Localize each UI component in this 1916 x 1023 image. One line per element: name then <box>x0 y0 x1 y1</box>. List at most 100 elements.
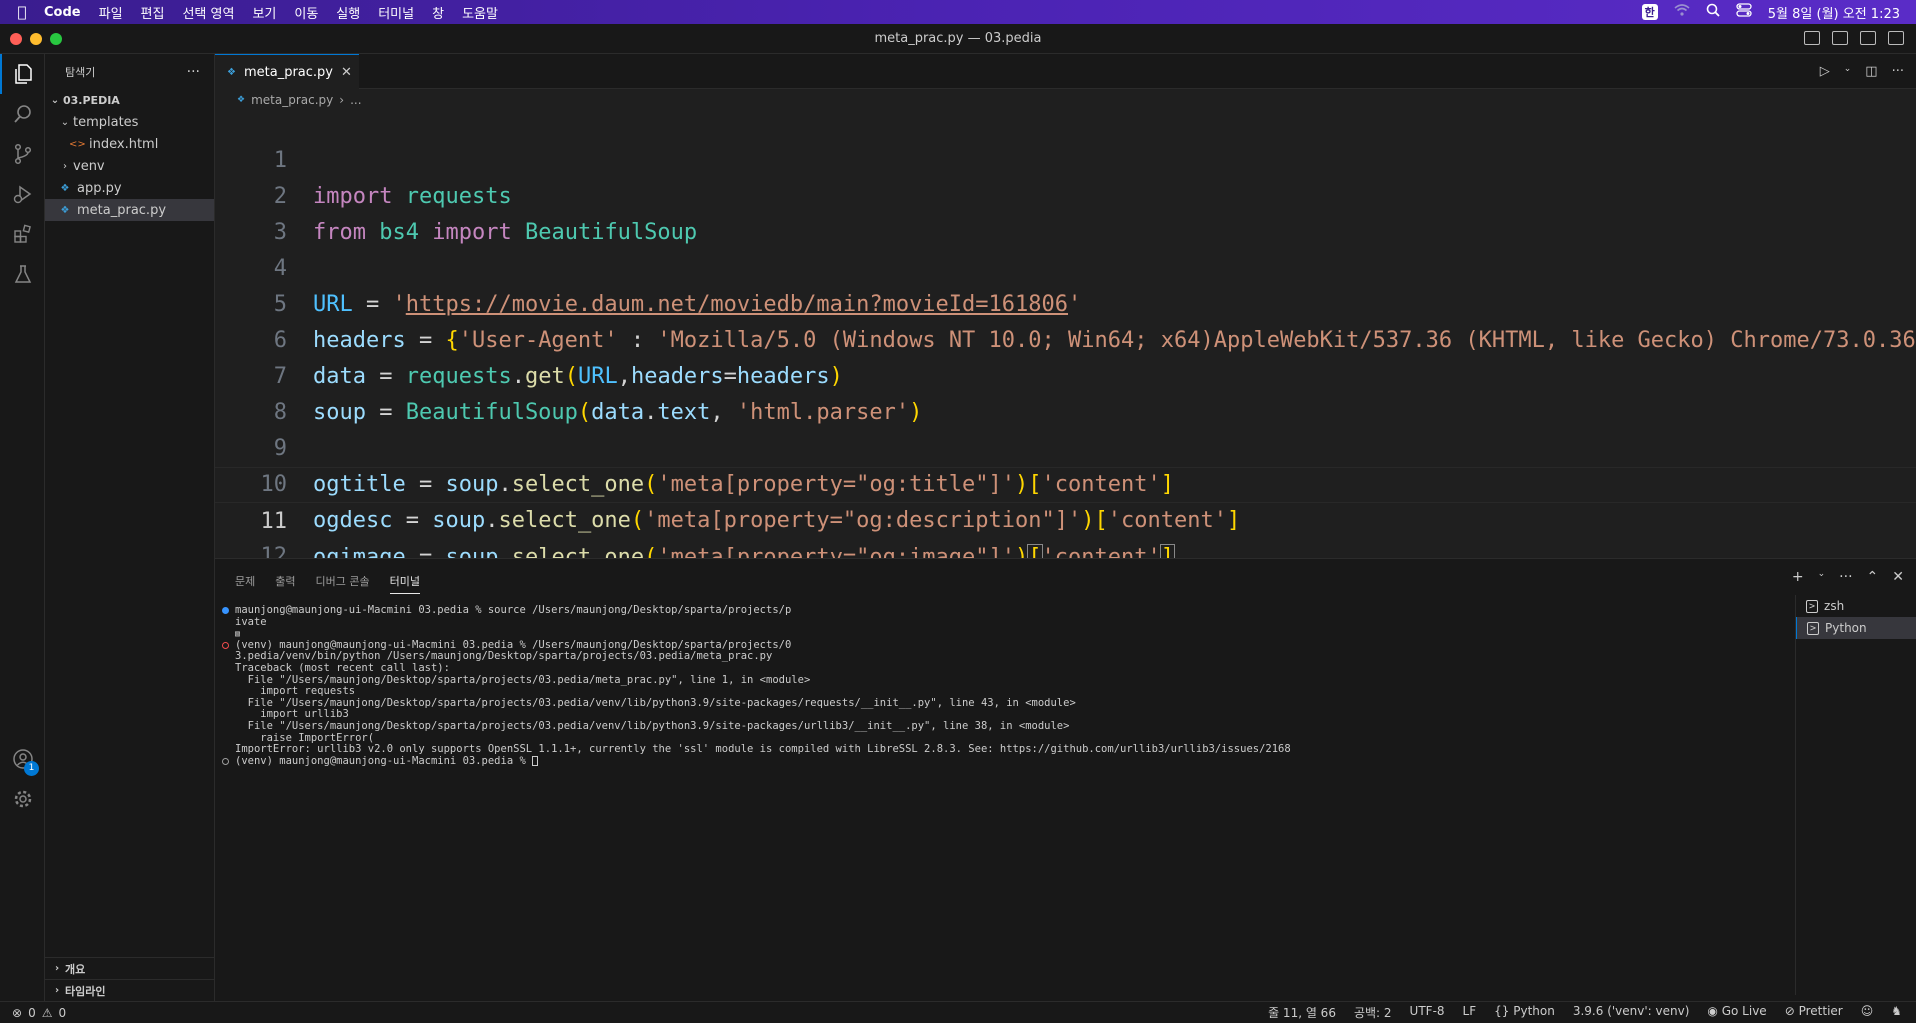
panel-tab-terminal[interactable]: 터미널 <box>389 573 420 594</box>
spotlight-search-icon[interactable] <box>1706 3 1720 21</box>
new-terminal-plus-icon[interactable]: + <box>1792 569 1804 585</box>
menu-edit[interactable]: 편집 <box>141 3 165 22</box>
apple-icon[interactable]:  <box>0 3 44 21</box>
terminal-line: File "/Users/maunjong/Desktop/sparta/pro… <box>235 673 811 686</box>
line-number: 12 <box>260 544 288 558</box>
run-python-file-icon[interactable]: ▷ <box>1820 64 1830 79</box>
menu-terminal[interactable]: 터미널 <box>378 3 414 22</box>
terminal-line: File "/Users/maunjong/Desktop/sparta/pro… <box>235 719 1070 732</box>
prettier-status[interactable]: ⊘ Prettier <box>1785 1004 1843 1021</box>
tree-item-index-html[interactable]: <> index.html <box>45 133 214 155</box>
testing-flask-icon[interactable] <box>0 254 45 294</box>
breadcrumb-symbol[interactable]: ... <box>350 93 361 107</box>
zoom-window-button[interactable] <box>50 33 62 45</box>
close-panel-icon[interactable]: ✕ <box>1892 569 1904 585</box>
accounts-icon[interactable]: 1 <box>0 739 45 779</box>
python-file-icon: ❖ <box>60 182 70 194</box>
chevron-right-icon: › <box>63 160 67 172</box>
workspace-root-folder[interactable]: ⌄ 03.PEDIA <box>45 89 214 111</box>
language-mode[interactable]: {} Python <box>1494 1004 1555 1021</box>
wifi-icon[interactable] <box>1674 4 1690 20</box>
explorer-sidebar: 탐색기 ··· ⌄ 03.PEDIA ⌄ templates <> index.… <box>45 54 215 1001</box>
breadcrumb-separator-icon: › <box>339 93 345 107</box>
outline-section[interactable]: › 개요 <box>45 957 214 979</box>
menu-run[interactable]: 실행 <box>336 3 360 22</box>
menu-file[interactable]: 파일 <box>99 3 123 22</box>
input-method-indicator[interactable]: 한 <box>1641 4 1658 20</box>
terminal-item-zsh[interactable]: > zsh <box>1796 595 1916 617</box>
terminal-cursor <box>532 755 539 766</box>
command-pending-dot-icon <box>222 757 229 765</box>
timeline-section[interactable]: › 타임라인 <box>45 979 214 1001</box>
tree-item-meta-prac-py[interactable]: ❖ meta_prac.py <box>45 199 214 221</box>
cursor-position[interactable]: 줄 11, 열 66 <box>1268 1004 1336 1021</box>
manage-gear-icon[interactable] <box>0 779 45 819</box>
maximize-panel-chevron-up-icon[interactable]: ⌃ <box>1867 569 1879 585</box>
end-of-line[interactable]: LF <box>1463 1004 1477 1021</box>
breadcrumb-file[interactable]: meta_prac.py <box>251 93 333 107</box>
explorer-icon[interactable] <box>0 54 45 94</box>
menubar-clock[interactable]: 5월 8일 (월) 오전 1:23 <box>1768 3 1900 22</box>
tab-meta-prac-py[interactable]: ❖ meta_prac.py ✕ <box>215 54 359 89</box>
menu-go[interactable]: 이동 <box>294 3 318 22</box>
toggle-panel-icon[interactable] <box>1832 31 1848 45</box>
code-editor[interactable]: 1 import requests 2 from bs4 import Beau… <box>215 111 1916 558</box>
status-bar: ⊗ 0 ⚠ 0 줄 11, 열 66 공백: 2 UTF-8 LF {} Pyt… <box>0 1001 1916 1023</box>
problems-status[interactable]: ⊗ 0 ⚠ 0 <box>0 1006 66 1020</box>
python-file-icon: ❖ <box>237 95 246 105</box>
terminal-item-python[interactable]: > Python <box>1796 617 1916 639</box>
code-line-current: 11 ogimage = soup.select_one('meta[prope… <box>215 467 1916 558</box>
code-line: 6 data = requests.get(URL,headers=header… <box>215 287 1916 389</box>
go-live-button[interactable]: ◉ Go Live <box>1707 1004 1766 1021</box>
accounts-badge: 1 <box>24 761 39 776</box>
search-icon[interactable] <box>0 94 45 134</box>
code-line: 3 <box>215 179 1916 245</box>
command-success-dot-icon[interactable] <box>222 607 229 614</box>
app-menu[interactable]: Code <box>44 5 81 20</box>
run-and-debug-icon[interactable] <box>0 174 45 214</box>
encoding[interactable]: UTF-8 <box>1410 1004 1445 1021</box>
minimize-window-button[interactable] <box>30 33 42 45</box>
tree-item-venv[interactable]: › venv <box>45 155 214 177</box>
panel-tab-output[interactable]: 출력 <box>275 573 295 594</box>
chevron-down-icon: ⌄ <box>50 94 60 106</box>
notifications-bell-icon[interactable]: ♞ <box>1891 1004 1902 1021</box>
close-window-button[interactable] <box>10 33 22 45</box>
terminal-dropdown-chevron-icon[interactable]: ⌄ <box>1818 569 1826 585</box>
code-line: 1 import requests <box>215 111 1916 209</box>
control-center-icon[interactable] <box>1736 3 1752 21</box>
source-control-icon[interactable] <box>0 134 45 174</box>
terminal-output[interactable]: maunjong@maunjong-ui-Macmini 03.pedia % … <box>215 604 1795 995</box>
more-actions-icon[interactable]: ··· <box>1839 569 1852 585</box>
panel-tab-problems[interactable]: 문제 <box>235 573 255 594</box>
tree-item-templates[interactable]: ⌄ templates <box>45 111 214 133</box>
broadcast-icon: ◉ <box>1707 1004 1718 1018</box>
panel-tab-debug-console[interactable]: 디버그 콘솔 <box>316 573 370 594</box>
warning-icon: ⚠ <box>41 1005 53 1020</box>
menu-help[interactable]: 도움말 <box>462 3 498 22</box>
menu-view[interactable]: 보기 <box>252 3 276 22</box>
customize-layout-icon[interactable] <box>1888 31 1904 45</box>
indentation[interactable]: 공백: 2 <box>1354 1004 1392 1021</box>
menu-window[interactable]: 창 <box>432 3 444 22</box>
code-line: 8 <box>215 359 1916 425</box>
activity-bar: 1 <box>0 54 45 1001</box>
tree-item-app-py[interactable]: ❖ app.py <box>45 177 214 199</box>
python-interpreter[interactable]: 3.9.6 ('venv': venv) <box>1573 1004 1690 1021</box>
close-tab-icon[interactable]: ✕ <box>341 65 352 80</box>
more-actions-icon[interactable]: ··· <box>1892 64 1904 79</box>
toggle-primary-sidebar-icon[interactable] <box>1804 31 1820 45</box>
extensions-icon[interactable] <box>0 214 45 254</box>
toggle-secondary-sidebar-icon[interactable] <box>1860 31 1876 45</box>
menu-selection[interactable]: 선택 영역 <box>182 3 234 22</box>
run-dropdown-chevron-icon[interactable]: ⌄ <box>1844 64 1852 79</box>
feedback-icon[interactable]: ☺ <box>1861 1004 1874 1021</box>
more-actions-icon[interactable]: ··· <box>187 64 200 80</box>
terminal-prompt-line: (venv) maunjong@maunjong-ui-Macmini 03.p… <box>215 755 1795 768</box>
explorer-header: 탐색기 ··· <box>45 54 214 89</box>
terminal-icon: > <box>1807 621 1820 635</box>
command-error-dot-icon[interactable] <box>222 641 229 649</box>
code-line: 12 print(ogimage,ogtitle,ogdesc) <box>215 503 1916 558</box>
split-editor-icon[interactable]: ◫ <box>1865 64 1877 79</box>
prettier-check-icon: ⊘ <box>1784 1004 1795 1018</box>
